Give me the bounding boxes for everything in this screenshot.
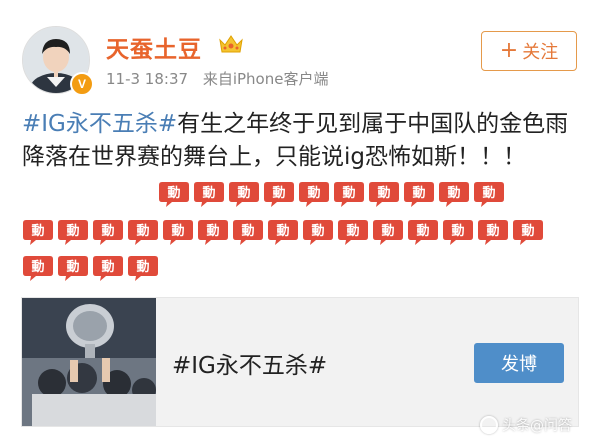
- svg-text:動: 動: [521, 223, 534, 239]
- moved-emoji-icon: 動: [298, 180, 330, 208]
- svg-text:動: 動: [381, 223, 394, 239]
- emoji-row: 動動動動動動動動動動: [158, 180, 508, 210]
- svg-text:動: 動: [486, 223, 499, 239]
- moved-emoji-icon: 動: [438, 180, 470, 208]
- moved-emoji-icon: 動: [197, 218, 229, 246]
- moved-emoji-icon: 動: [333, 180, 365, 208]
- moved-emoji-icon: 動: [92, 254, 124, 282]
- moved-emoji-icon: 動: [403, 180, 435, 208]
- moved-emoji-icon: 動: [473, 180, 505, 208]
- moved-emoji-icon: 動: [127, 218, 159, 246]
- moved-emoji-icon: 動: [267, 218, 299, 246]
- svg-text:動: 動: [412, 185, 425, 201]
- plus-icon: +: [499, 38, 519, 63]
- emoji-row: 動動動動動動動動動動動動動動動: [22, 218, 547, 248]
- follow-label: 关注: [522, 42, 559, 63]
- moved-emoji-icon: 動: [92, 218, 124, 246]
- svg-text:動: 動: [66, 259, 79, 275]
- svg-text:動: 動: [136, 223, 149, 239]
- svg-text:動: 動: [31, 259, 44, 275]
- emoji-row: 動動動動: [22, 254, 162, 284]
- moved-emoji-icon: 動: [442, 218, 474, 246]
- svg-text:動: 動: [416, 223, 429, 239]
- post-hashtag-link[interactable]: #IG永不五杀#: [22, 111, 177, 137]
- post-source: 来自iPhone客户端: [202, 70, 329, 88]
- moved-emoji-icon: 動: [127, 254, 159, 282]
- svg-text:動: 動: [447, 185, 460, 201]
- moved-emoji-icon: 動: [372, 218, 404, 246]
- svg-text:動: 動: [136, 259, 149, 275]
- moved-emoji-icon: 動: [368, 180, 400, 208]
- moved-emoji-icon: 動: [232, 218, 264, 246]
- moved-emoji-icon: 動: [263, 180, 295, 208]
- svg-text:動: 動: [377, 185, 390, 201]
- post-button[interactable]: 发博: [474, 343, 564, 383]
- vip-crown-icon: [219, 35, 243, 53]
- svg-text:動: 動: [167, 185, 180, 201]
- svg-text:動: 動: [171, 223, 184, 239]
- moved-emoji-icon: 動: [22, 218, 54, 246]
- moved-emoji-icon: 動: [228, 180, 260, 208]
- moved-emoji-icon: 動: [477, 218, 509, 246]
- svg-text:動: 動: [451, 223, 464, 239]
- follow-button[interactable]: + 关注: [481, 31, 577, 71]
- svg-text:動: 動: [101, 259, 114, 275]
- toutiao-logo-icon: [480, 416, 498, 434]
- svg-text:動: 動: [342, 185, 355, 201]
- svg-text:動: 動: [482, 185, 495, 201]
- moved-emoji-icon: 動: [302, 218, 334, 246]
- topic-card[interactable]: #IG永不五杀# 发博: [21, 297, 579, 427]
- svg-text:動: 動: [66, 223, 79, 239]
- svg-text:動: 動: [241, 223, 254, 239]
- moved-emoji-icon: 動: [337, 218, 369, 246]
- weibo-post: V 天蚕土豆 11-3 18:37 来自iPhone客户端 + 关注 #IG永不…: [0, 0, 600, 446]
- trophy-celebration-photo: [22, 298, 156, 426]
- post-timestamp: 11-3 18:37: [106, 70, 189, 88]
- topic-card-image: [22, 298, 156, 426]
- moved-emoji-icon: 動: [162, 218, 194, 246]
- svg-text:動: 動: [276, 223, 289, 239]
- moved-emoji-icon: 動: [158, 180, 190, 208]
- moved-emoji-icon: 動: [57, 254, 89, 282]
- svg-text:動: 動: [101, 223, 114, 239]
- svg-text:動: 動: [237, 185, 250, 201]
- svg-text:動: 動: [202, 185, 215, 201]
- moved-emoji-icon: 動: [193, 180, 225, 208]
- username[interactable]: 天蚕土豆: [106, 30, 202, 64]
- svg-text:動: 動: [31, 223, 44, 239]
- verified-badge-icon: V: [70, 72, 94, 96]
- watermark-text: 头条@问答: [502, 418, 572, 434]
- post-text: #IG永不五杀#有生之年终于见到属于中国队的金色雨降落在世界赛的舞台上，只能说i…: [22, 108, 584, 174]
- moved-emoji-icon: 動: [407, 218, 439, 246]
- svg-text:動: 動: [311, 223, 324, 239]
- moved-emoji-icon: 動: [512, 218, 544, 246]
- svg-text:動: 動: [272, 185, 285, 201]
- post-meta: 11-3 18:37 来自iPhone客户端: [106, 68, 328, 89]
- svg-text:動: 動: [346, 223, 359, 239]
- watermark: 头条@问答: [480, 415, 572, 435]
- moved-emoji-icon: 動: [57, 218, 89, 246]
- topic-card-title: #IG永不五杀#: [172, 353, 328, 379]
- svg-text:動: 動: [307, 185, 320, 201]
- moved-emoji-icon: 動: [22, 254, 54, 282]
- svg-text:動: 動: [206, 223, 219, 239]
